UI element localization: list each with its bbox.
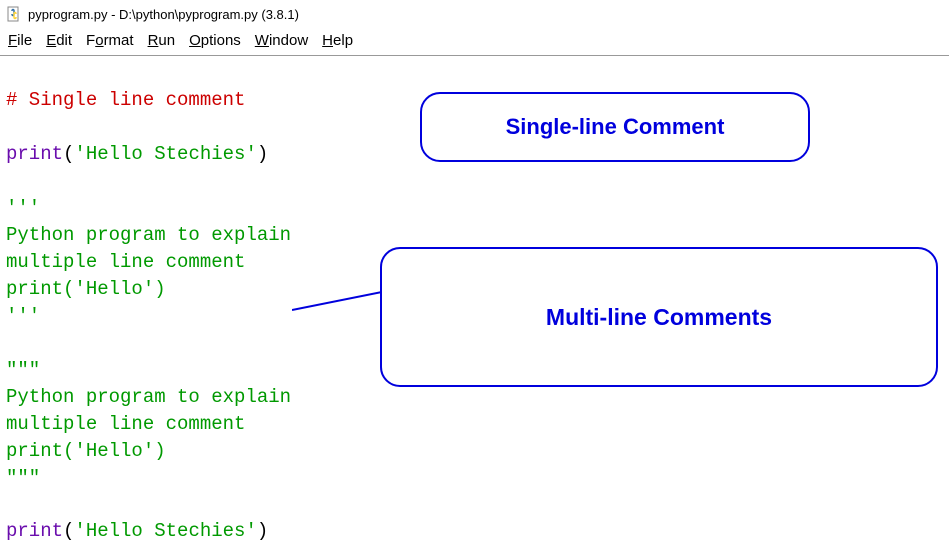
titlebar: pyprogram.py - D:\python\pyprogram.py (3… <box>0 0 949 28</box>
menu-file[interactable]: File <box>8 32 32 49</box>
code-token: ) <box>257 520 268 542</box>
code-line: """ <box>6 359 40 381</box>
callout-tail-icon <box>292 290 392 330</box>
menu-format[interactable]: Format <box>86 32 134 49</box>
code-token: ( <box>63 143 74 165</box>
menubar: File Edit Format Run Options Window Help <box>0 28 949 56</box>
code-line: ''' <box>6 197 40 219</box>
code-line: """ <box>6 467 40 489</box>
window-title: pyprogram.py - D:\python\pyprogram.py (3… <box>28 7 299 22</box>
code-token: 'Hello Stechies' <box>74 520 256 542</box>
menu-help[interactable]: Help <box>322 32 353 49</box>
code-line: multiple line comment <box>6 251 245 273</box>
code-token: ( <box>63 520 74 542</box>
menu-options[interactable]: Options <box>189 32 241 49</box>
callout-label: Multi-line Comments <box>546 304 772 331</box>
menu-window[interactable]: Window <box>255 32 308 49</box>
callout-single-line: Single-line Comment <box>420 92 810 162</box>
menu-edit[interactable]: Edit <box>46 32 72 49</box>
code-token: 'Hello Stechies' <box>74 143 256 165</box>
code-line: # Single line comment <box>6 89 245 111</box>
callout-label: Single-line Comment <box>506 114 725 140</box>
code-line: print('Hello') <box>6 440 166 462</box>
callout-multi-line: Multi-line Comments <box>380 247 938 387</box>
code-token: print <box>6 520 63 542</box>
code-line: Python program to explain <box>6 224 291 246</box>
code-line: Python program to explain <box>6 386 291 408</box>
code-line: multiple line comment <box>6 413 245 435</box>
code-line: ''' <box>6 305 40 327</box>
code-line: print('Hello') <box>6 278 166 300</box>
code-token: print <box>6 143 63 165</box>
python-file-icon <box>6 6 22 22</box>
code-token: ) <box>257 143 268 165</box>
menu-run[interactable]: Run <box>148 32 176 49</box>
